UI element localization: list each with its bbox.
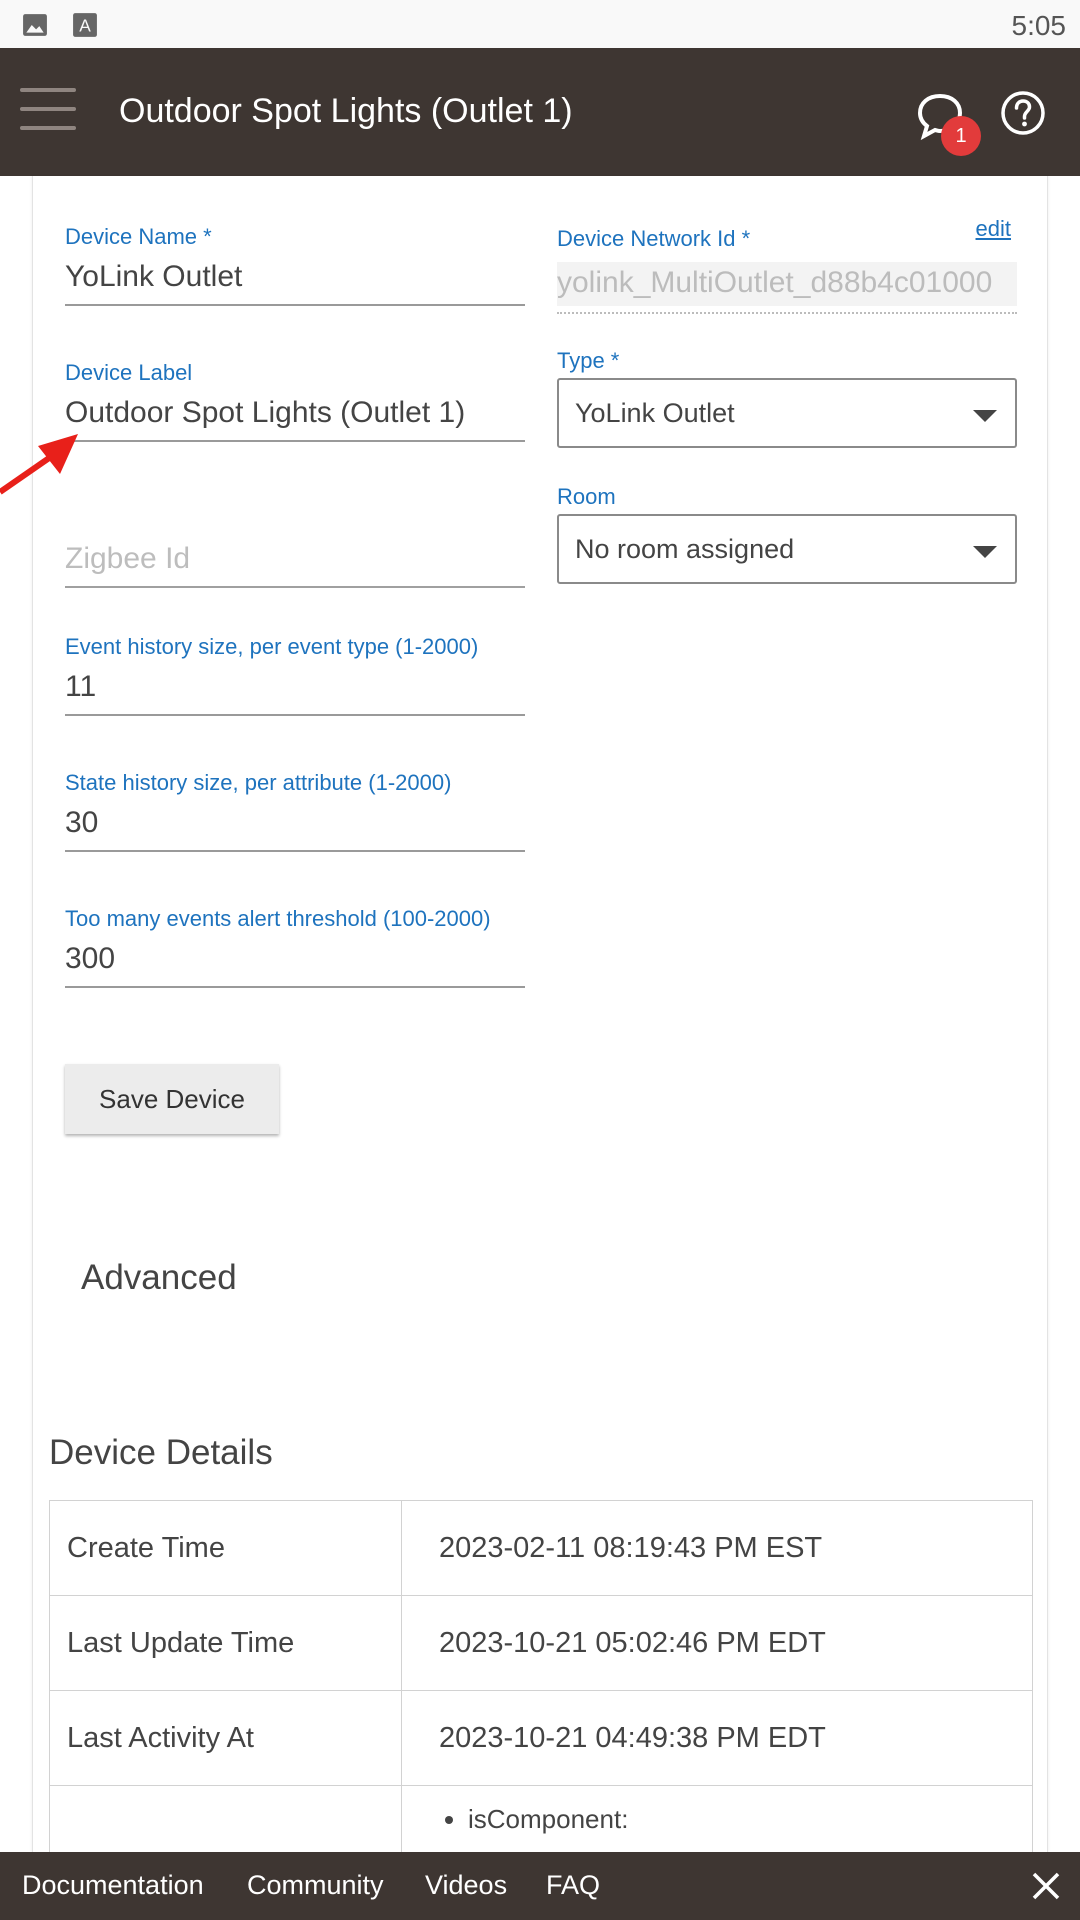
device-details-table: Create Time 2023-02-11 08:19:43 PM EST L… <box>49 1500 1033 1906</box>
zigbee-id-input[interactable]: Zigbee Id <box>65 542 525 576</box>
type-select-value: YoLink Outlet <box>575 398 735 428</box>
dropdown-arrow-icon <box>973 546 997 558</box>
annotation-arrow <box>0 434 78 495</box>
events-alert-field[interactable]: Too many events alert threshold (100-200… <box>65 906 525 988</box>
list-item: isComponent: <box>468 1804 1032 1835</box>
table-row: Create Time 2023-02-11 08:19:43 PM EST <box>49 1500 1033 1596</box>
type-label: Type * <box>557 348 620 373</box>
advanced-section-toggle[interactable]: Advanced <box>81 1258 237 1298</box>
state-history-label: State history size, per attribute (1-200… <box>65 770 452 795</box>
device-name-label: Device Name * <box>65 224 212 249</box>
detail-value: 2023-10-21 04:49:38 PM EDT <box>401 1690 1033 1786</box>
clock: 5:05 <box>1011 10 1067 41</box>
device-network-id-input: yolink_MultiOutlet_d88b4c01000 <box>557 262 1017 306</box>
footer-bar: Documentation Community Videos FAQ <box>0 1852 1080 1920</box>
footer-link-documentation[interactable]: Documentation <box>22 1870 204 1901</box>
table-row: Last Activity At 2023-10-21 04:49:38 PM … <box>49 1690 1033 1786</box>
hamburger-icon[interactable] <box>20 88 76 130</box>
device-name-field[interactable]: Device Name * YoLink Outlet <box>65 224 525 306</box>
detail-key: Create Time <box>49 1500 402 1596</box>
footer-link-community[interactable]: Community <box>247 1870 384 1901</box>
svg-text:A: A <box>79 16 91 36</box>
events-alert-label: Too many events alert threshold (100-200… <box>65 906 491 931</box>
type-select[interactable]: YoLink Outlet <box>557 378 1017 448</box>
footer-link-faq[interactable]: FAQ <box>546 1870 600 1901</box>
footer-link-videos[interactable]: Videos <box>425 1870 507 1901</box>
app-header: Outdoor Spot Lights (Outlet 1) 1 <box>0 48 1080 176</box>
device-network-id-label: Device Network Id * <box>557 226 751 251</box>
device-label-input[interactable]: Outdoor Spot Lights (Outlet 1) <box>65 396 525 430</box>
device-label-field[interactable]: Device Label Outdoor Spot Lights (Outlet… <box>65 360 525 442</box>
help-circle-icon[interactable] <box>1000 90 1046 136</box>
device-edit-card: Device Name * YoLink Outlet Device Netwo… <box>32 176 1048 1906</box>
font-icon: A <box>73 13 97 37</box>
table-row: Last Update Time 2023-10-21 05:02:46 PM … <box>49 1595 1033 1691</box>
room-field: Room <box>557 484 616 510</box>
event-history-input[interactable]: 11 <box>65 670 525 704</box>
edit-network-id-link[interactable]: edit <box>976 216 1011 242</box>
close-icon[interactable] <box>1026 1866 1066 1906</box>
status-bar: A 5:05 <box>0 0 1080 48</box>
device-name-input[interactable]: YoLink Outlet <box>65 260 525 294</box>
detail-value: 2023-02-11 08:19:43 PM EST <box>401 1500 1033 1596</box>
room-select-value: No room assigned <box>575 534 795 564</box>
event-history-label: Event history size, per event type (1-20… <box>65 634 479 659</box>
device-label-label: Device Label <box>65 360 193 385</box>
detail-value: 2023-10-21 05:02:46 PM EDT <box>401 1595 1033 1691</box>
room-label: Room <box>557 484 616 509</box>
zigbee-id-field[interactable]: Zigbee Id <box>65 532 525 588</box>
events-alert-input[interactable]: 300 <box>65 942 525 976</box>
type-field: Type * <box>557 348 619 374</box>
notification-badge[interactable]: 1 <box>941 116 981 156</box>
device-network-id-field: Device Network Id * yolink_MultiOutlet_d… <box>557 226 1017 314</box>
image-icon <box>23 14 47 36</box>
detail-key: Last Activity At <box>49 1690 402 1786</box>
event-history-field[interactable]: Event history size, per event type (1-20… <box>65 634 525 716</box>
data-list: isComponent: <box>424 1804 1032 1835</box>
room-select[interactable]: No room assigned <box>557 514 1017 584</box>
page-title: Outdoor Spot Lights (Outlet 1) <box>119 92 573 130</box>
state-history-input[interactable]: 30 <box>65 806 525 840</box>
state-history-field[interactable]: State history size, per attribute (1-200… <box>65 770 525 852</box>
dropdown-arrow-icon <box>973 410 997 422</box>
save-device-button[interactable]: Save Device <box>65 1064 279 1134</box>
device-details-heading: Device Details <box>49 1433 273 1472</box>
detail-key: Last Update Time <box>49 1595 402 1691</box>
